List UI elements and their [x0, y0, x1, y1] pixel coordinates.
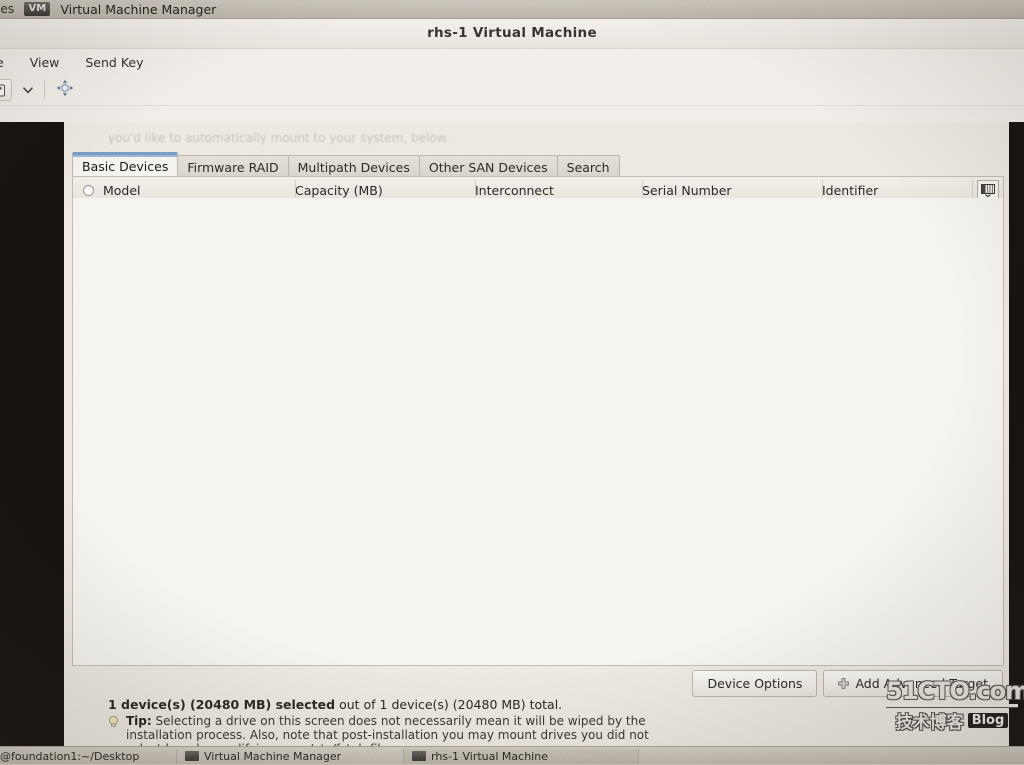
toolbar-separator	[44, 81, 45, 99]
move-arrows-icon	[56, 79, 74, 97]
column-header-interconnect[interactable]: Interconnect	[475, 183, 642, 198]
menu-item-view[interactable]: View	[26, 53, 64, 72]
lightbulb-icon	[109, 715, 118, 727]
selection-summary-rest: out of 1 device(s) (20480 MB) total.	[335, 697, 563, 712]
tab-firmware-raid[interactable]: Firmware RAID	[177, 155, 289, 178]
column-header-model[interactable]: Model	[103, 183, 295, 198]
add-advanced-target-button[interactable]: Add Advanced Target	[823, 670, 1003, 697]
chevron-down-icon	[23, 87, 33, 94]
tab-search[interactable]: Search	[556, 155, 620, 178]
taskbar-item-label: rhs-1 Virtual Machine	[431, 749, 548, 763]
window-title: rhs-1 Virtual Machine	[427, 25, 597, 41]
device-table: Model Capacity (MB) Interconnect Serial …	[72, 176, 1004, 666]
monitor-icon	[0, 84, 5, 96]
taskbar-item-terminal[interactable]: @foundation1:~/Desktop	[0, 748, 177, 764]
tab-multipath-devices[interactable]: Multipath Devices	[287, 155, 420, 178]
menubar: e View Send Key	[0, 49, 1024, 75]
device-type-tabs: Basic Devices Firmware RAID Multipath De…	[72, 152, 1002, 178]
selection-summary: 1 device(s) (20480 MB) selected out of 1…	[108, 697, 562, 712]
places-menu[interactable]: aces	[0, 2, 14, 16]
menu-item-send-key[interactable]: Send Key	[81, 53, 147, 72]
radio-icon	[82, 184, 94, 196]
header-divider	[642, 180, 643, 200]
header-divider	[475, 180, 476, 200]
toolbar	[0, 75, 1024, 106]
window-icon	[185, 751, 199, 761]
fullscreen-button[interactable]	[55, 78, 75, 102]
toolbar-dropdown-button[interactable]	[22, 84, 34, 96]
select-all-radio[interactable]	[73, 184, 103, 196]
taskbar-item-rhs-1-virtual-machine[interactable]: rhs-1 Virtual Machine	[404, 748, 639, 764]
window-titlebar: rhs-1 Virtual Machine	[0, 18, 1024, 49]
window-icon	[412, 751, 426, 761]
tab-basic-devices[interactable]: Basic Devices	[72, 152, 179, 178]
column-chooser-icon	[981, 184, 995, 197]
taskbar-item-label: Virtual Machine Manager	[204, 749, 342, 763]
add-advanced-target-label: Add Advanced Target	[855, 676, 988, 691]
taskbar-item-label: @foundation1:~/Desktop	[0, 749, 140, 763]
menu-item-file[interactable]: e	[0, 53, 8, 72]
column-header-identifier[interactable]: Identifier	[822, 183, 972, 198]
tab-other-san-devices[interactable]: Other SAN Devices	[418, 155, 558, 178]
device-options-button[interactable]: Device Options	[692, 670, 818, 697]
column-header-serial-number[interactable]: Serial Number	[642, 183, 822, 198]
desktop-taskbar: @foundation1:~/Desktop Virtual Machine M…	[0, 746, 1024, 765]
header-divider	[972, 180, 973, 200]
device-actions: Device Options Add Advanced Target	[692, 670, 1003, 697]
plus-icon	[838, 678, 850, 689]
header-divider	[295, 180, 296, 200]
taskbar-item-virtual-machine-manager[interactable]: Virtual Machine Manager	[177, 748, 404, 764]
panel-app-title: Virtual Machine Manager	[60, 1, 217, 17]
virtual-machine-manager-icon: VM	[24, 2, 51, 16]
column-header-capacity[interactable]: Capacity (MB)	[295, 183, 475, 198]
selection-summary-bold: 1 device(s) (20480 MB) selected	[108, 697, 336, 712]
anaconda-installer-screen: you'd like to automatically mount to you…	[64, 122, 1009, 764]
vm-console-viewport[interactable]: you'd like to automatically mount to you…	[0, 122, 1024, 764]
tip-label: Tip:	[126, 714, 152, 728]
header-divider	[822, 180, 823, 200]
console-view-button[interactable]	[0, 79, 12, 101]
virtual-machine-window: rhs-1 Virtual Machine e View Send Key	[0, 18, 1024, 764]
device-options-label: Device Options	[707, 676, 803, 691]
storage-intro-text: you'd like to automatically mount to you…	[108, 131, 450, 145]
table-empty-area	[73, 198, 1003, 665]
desktop-top-panel: aces VM Virtual Machine Manager	[0, 0, 1024, 19]
